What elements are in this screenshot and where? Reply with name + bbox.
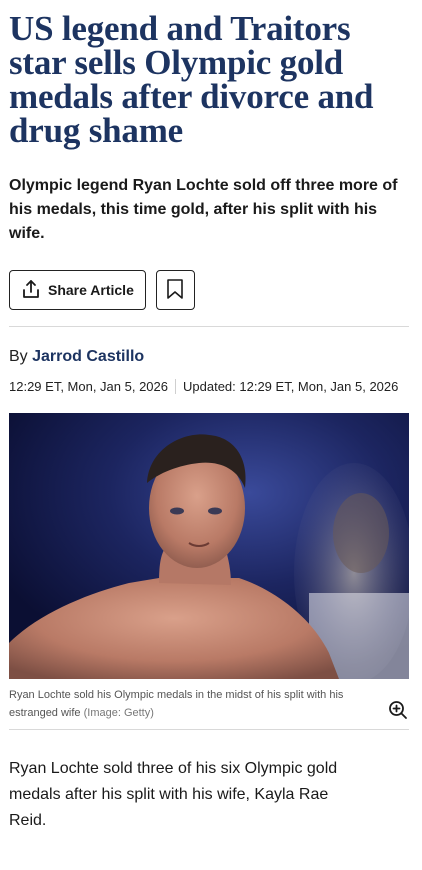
caption-text: Ryan Lochte sold his Olympic medals in t… — [9, 689, 344, 719]
headline: US legend and Traitors star sells Olympi… — [9, 9, 374, 150]
standfirst: Olympic legend Ryan Lochte sold off thre… — [9, 177, 398, 242]
article: US legend and Traitors star sells Olympi… — [0, 0, 422, 834]
byline-prefix: By — [9, 348, 28, 365]
image-credit: (Image: Getty) — [83, 707, 154, 719]
article-actions: Share Article — [9, 270, 409, 310]
image-caption-row: Ryan Lochte sold his Olympic medals in t… — [9, 686, 409, 722]
divider — [9, 729, 409, 730]
hero-image[interactable] — [9, 413, 409, 679]
bookmark-icon — [166, 278, 184, 303]
hero-photo-illustration — [9, 413, 409, 679]
updated-date: Updated: 12:29 ET, Mon, Jan 5, 2026 — [183, 379, 399, 394]
divider — [9, 326, 409, 327]
share-article-button[interactable]: Share Article — [9, 270, 146, 310]
bookmark-button[interactable] — [155, 270, 195, 310]
image-caption: Ryan Lochte sold his Olympic medals in t… — [9, 686, 379, 722]
article-paragraph: Ryan Lochte sold three of his six Olympi… — [9, 760, 338, 829]
share-label: Share Article — [48, 282, 134, 298]
date-separator — [175, 379, 176, 394]
published-date: 12:29 ET, Mon, Jan 5, 2026 — [9, 379, 168, 394]
article-dates: 12:29 ET, Mon, Jan 5, 2026 Updated: 12:2… — [9, 379, 409, 394]
byline: By Jarrod Castillo — [9, 348, 409, 366]
share-icon — [20, 278, 42, 303]
zoom-in-icon[interactable] — [387, 699, 409, 721]
author-link[interactable]: Jarrod Castillo — [32, 348, 144, 365]
